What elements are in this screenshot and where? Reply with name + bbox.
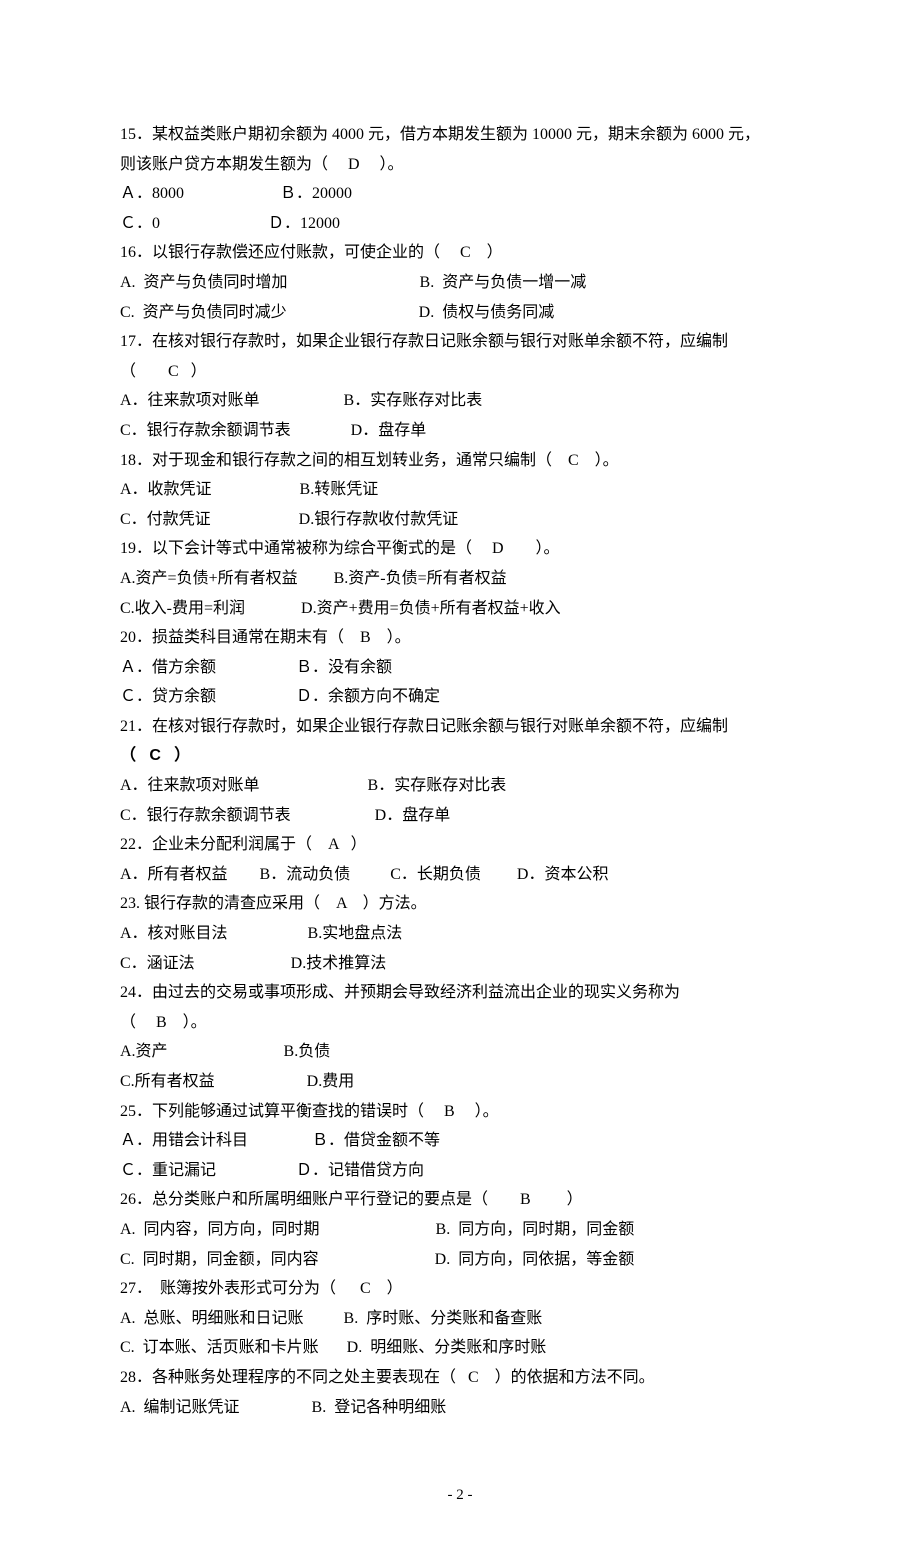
document-page: 15．某权益类账户期初余额为 4000 元，借方本期发生额为 10000 元，期…: [0, 0, 920, 1550]
question-stem: （ B ）。: [120, 1008, 800, 1038]
question-option: A．往来款项对账单 B．实存账存对比表: [120, 386, 800, 416]
question-23: 23. 银行存款的清查应采用（ A ）方法。A．核对账目法 B.实地盘点法C．涵…: [120, 889, 800, 978]
question-18: 18．对于现金和银行存款之间的相互划转业务，通常只编制（ C ）。A．收款凭证 …: [120, 446, 800, 535]
question-option: A. 资产与负债同时增加 B. 资产与负债一增一减: [120, 268, 800, 298]
question-option: A. 总账、明细账和日记账 B. 序时账、分类账和备查账: [120, 1304, 800, 1334]
question-option: C. 订本账、活页账和卡片账 D. 明细账、分类账和序时账: [120, 1333, 800, 1363]
question-stem: 27． 账簿按外表形式可分为（ C ）: [120, 1274, 800, 1304]
question-stem: 28．各种账务处理程序的不同之处主要表现在（ C ）的依据和方法不同。: [120, 1363, 800, 1393]
question-option: C. 资产与负债同时减少 D. 债权与债务同减: [120, 298, 800, 328]
question-option: Ｃ．贷方余额 Ｄ．余额方向不确定: [120, 682, 800, 712]
question-stem: （ C ）: [120, 357, 800, 387]
question-stem: 19．以下会计等式中通常被称为综合平衡式的是（ D ）。: [120, 534, 800, 564]
question-22: 22．企业未分配利润属于（ A ）A．所有者权益 B．流动负债 C．长期负债 D…: [120, 830, 800, 889]
question-stem: 21．在核对银行存款时，如果企业银行存款日记账余额与银行对账单余额不符，应编制: [120, 712, 800, 742]
question-19: 19．以下会计等式中通常被称为综合平衡式的是（ D ）。A.资产=负债+所有者权…: [120, 534, 800, 623]
question-16: 16．以银行存款偿还应付账款，可使企业的（ C ）A. 资产与负债同时增加 B.…: [120, 238, 800, 327]
question-stem: 20．损益类科目通常在期末有（ B ）。: [120, 623, 800, 653]
question-option: Ｃ．0 Ｄ．12000: [120, 209, 800, 239]
question-option: A. 编制记账凭证 B. 登记各种明细账: [120, 1393, 800, 1423]
question-stem: 23. 银行存款的清查应采用（ A ）方法。: [120, 889, 800, 919]
question-stem: 16．以银行存款偿还应付账款，可使企业的（ C ）: [120, 238, 800, 268]
question-option: C.收入-费用=利润 D.资产+费用=负债+所有者权益+收入: [120, 594, 800, 624]
question-stem: 25．下列能够通过试算平衡查找的错误时（ B ）。: [120, 1097, 800, 1127]
question-option: Ａ．用错会计科目 Ｂ．借贷金额不等: [120, 1126, 800, 1156]
question-25: 25．下列能够通过试算平衡查找的错误时（ B ）。Ａ．用错会计科目 Ｂ．借贷金额…: [120, 1097, 800, 1186]
question-stem: 15．某权益类账户期初余额为 4000 元，借方本期发生额为 10000 元，期…: [120, 120, 800, 150]
question-option: C. 同时期，同金额，同内容 D. 同方向，同依据，等金额: [120, 1245, 800, 1275]
question-option: A．收款凭证 B.转账凭证: [120, 475, 800, 505]
question-option: C．银行存款余额调节表 D．盘存单: [120, 801, 800, 831]
question-24: 24．由过去的交易或事项形成、并预期会导致经济利益流出企业的现实义务称为（ B …: [120, 978, 800, 1096]
page-number: - 2 -: [120, 1482, 800, 1510]
question-28: 28．各种账务处理程序的不同之处主要表现在（ C ）的依据和方法不同。A. 编制…: [120, 1363, 800, 1422]
question-option: C．涵证法 D.技术推算法: [120, 949, 800, 979]
question-stem: 则该账户贷方本期发生额为（ D ）。: [120, 150, 800, 180]
question-stem: 22．企业未分配利润属于（ A ）: [120, 830, 800, 860]
question-option: C．银行存款余额调节表 D．盘存单: [120, 416, 800, 446]
question-option: C．付款凭证 D.银行存款收付款凭证: [120, 505, 800, 535]
question-stem: 24．由过去的交易或事项形成、并预期会导致经济利益流出企业的现实义务称为: [120, 978, 800, 1008]
question-15: 15．某权益类账户期初余额为 4000 元，借方本期发生额为 10000 元，期…: [120, 120, 800, 238]
question-17: 17．在核对银行存款时，如果企业银行存款日记账余额与银行对账单余额不符，应编制（…: [120, 327, 800, 445]
question-option: A．核对账目法 B.实地盘点法: [120, 919, 800, 949]
question-20: 20．损益类科目通常在期末有（ B ）。Ａ．借方余额 Ｂ．没有余额Ｃ．贷方余额 …: [120, 623, 800, 712]
question-option: Ｃ．重记漏记 Ｄ．记错借贷方向: [120, 1156, 800, 1186]
question-27: 27． 账簿按外表形式可分为（ C ）A. 总账、明细账和日记账 B. 序时账、…: [120, 1274, 800, 1363]
question-stem: 18．对于现金和银行存款之间的相互划转业务，通常只编制（ C ）。: [120, 446, 800, 476]
question-option: A.资产 B.负债: [120, 1037, 800, 1067]
question-option: A．往来款项对账单 B．实存账存对比表: [120, 771, 800, 801]
question-option: Ａ．8000 Ｂ．20000: [120, 179, 800, 209]
question-option: A．所有者权益 B．流动负债 C．长期负债 D．资本公积: [120, 860, 800, 890]
question-21: 21．在核对银行存款时，如果企业银行存款日记账余额与银行对账单余额不符，应编制（…: [120, 712, 800, 830]
question-26: 26．总分类账户和所属明细账户平行登记的要点是（ B ）A. 同内容，同方向，同…: [120, 1185, 800, 1274]
question-option: Ａ．借方余额 Ｂ．没有余额: [120, 653, 800, 683]
question-stem: 17．在核对银行存款时，如果企业银行存款日记账余额与银行对账单余额不符，应编制: [120, 327, 800, 357]
question-option: A.资产=负债+所有者权益 B.资产-负债=所有者权益: [120, 564, 800, 594]
question-option: C.所有者权益 D.费用: [120, 1067, 800, 1097]
question-answer-mark: （ C ）: [120, 741, 800, 771]
question-stem: 26．总分类账户和所属明细账户平行登记的要点是（ B ）: [120, 1185, 800, 1215]
question-option: A. 同内容，同方向，同时期 B. 同方向，同时期，同金额: [120, 1215, 800, 1245]
